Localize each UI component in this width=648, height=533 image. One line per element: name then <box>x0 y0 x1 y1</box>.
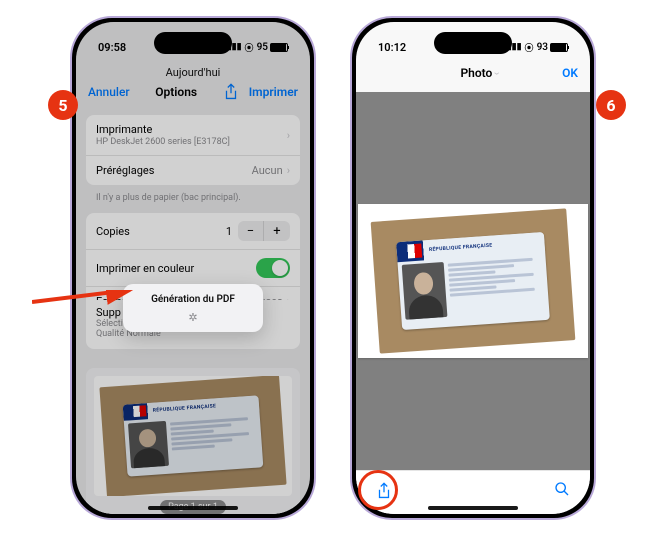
chevron-right-icon: › <box>287 129 290 142</box>
share-icon[interactable] <box>223 83 239 101</box>
cancel-button[interactable]: Annuler <box>88 85 130 99</box>
callout-badge-5: 5 <box>48 90 78 120</box>
preview-page[interactable]: RÉPUBLIQUE FRANÇAISE <box>94 376 292 496</box>
id-card-photo: RÉPUBLIQUE FRANÇAISE <box>99 376 286 496</box>
pdf-generation-popup: Génération du PDF ✲ <box>123 284 263 332</box>
id-card-title: RÉPUBLIQUE FRANÇAISE <box>429 243 493 253</box>
id-face-photo <box>128 421 170 469</box>
color-row: Imprimer en couleur <box>86 250 300 287</box>
preview-area: RÉPUBLIQUE FRANÇAISE Page 1 sur 1 <box>86 368 300 514</box>
printer-row[interactable]: Imprimante HP DeskJet 2600 series [E3178… <box>86 115 300 156</box>
battery-icon: 93 <box>537 42 568 53</box>
callout-arrow <box>32 290 140 314</box>
id-face-photo <box>401 262 447 321</box>
phone-right: 10:12 ▮▮▮ ⦿ 93 Photo › OK <box>350 16 596 520</box>
callout-circle-share <box>358 470 398 510</box>
flag-icon <box>400 244 422 259</box>
pdf-preview-area[interactable]: RÉPUBLIQUE FRANÇAISE <box>356 92 590 470</box>
dynamic-island <box>434 32 512 54</box>
wifi-icon: ⦿ <box>525 41 534 54</box>
presets-value: Aucun <box>252 164 283 177</box>
flag-icon <box>126 405 146 418</box>
presets-label: Préréglages <box>96 164 154 177</box>
done-button[interactable]: OK <box>562 66 578 80</box>
chevron-down-icon: › <box>491 71 504 74</box>
screen: 10:12 ▮▮▮ ⦿ 93 Photo › OK <box>356 22 590 514</box>
screen: 09:58 ▮▮▮ ⦿ 95 Aujourd'hui Annuler Optio… <box>76 22 310 514</box>
nav-title[interactable]: Photo › <box>460 66 499 80</box>
date-label: Aujourd'hui <box>76 62 310 79</box>
paper-warning: Il n'y a plus de papier (bac principal). <box>76 191 310 207</box>
nav-title: Options <box>155 85 197 99</box>
status-time: 09:58 <box>98 41 126 54</box>
spinner-icon: ✲ <box>133 311 253 324</box>
id-card-photo: RÉPUBLIQUE FRANÇAISE <box>371 208 576 353</box>
home-indicator[interactable] <box>148 506 238 510</box>
color-toggle[interactable] <box>256 258 290 278</box>
phone-left: 09:58 ▮▮▮ ⦿ 95 Aujourd'hui Annuler Optio… <box>70 16 316 520</box>
popup-title: Génération du PDF <box>133 294 253 305</box>
status-time: 10:12 <box>378 41 406 54</box>
printer-label: Imprimante <box>96 123 230 136</box>
print-button[interactable]: Imprimer <box>249 85 298 99</box>
copies-stepper: − + <box>238 221 290 241</box>
printer-section: Imprimante HP DeskJet 2600 series [E3178… <box>86 115 300 185</box>
pdf-page: RÉPUBLIQUE FRANÇAISE <box>358 204 588 358</box>
search-icon[interactable] <box>554 481 570 501</box>
decrement-button[interactable]: − <box>238 221 264 241</box>
wifi-icon: ⦿ <box>245 41 254 54</box>
callout-badge-6: 6 <box>596 90 626 120</box>
chevron-right-icon: › <box>287 164 290 177</box>
id-card-title: RÉPUBLIQUE FRANÇAISE <box>153 403 217 413</box>
presets-row[interactable]: Préréglages Aucun › <box>86 156 300 185</box>
print-nav-bar: Annuler Options Imprimer <box>76 79 310 109</box>
home-indicator[interactable] <box>428 506 518 510</box>
pdf-nav-bar: Photo › OK <box>356 62 590 88</box>
copies-value: 1 <box>226 225 232 238</box>
dynamic-island <box>154 32 232 54</box>
copies-row: Copies 1 − + <box>86 213 300 250</box>
printer-detail: HP DeskJet 2600 series [E3178C] <box>96 137 230 147</box>
increment-button[interactable]: + <box>264 221 290 241</box>
copies-label: Copies <box>96 225 130 238</box>
color-label: Imprimer en couleur <box>96 262 194 275</box>
battery-icon: 95 <box>257 42 288 53</box>
